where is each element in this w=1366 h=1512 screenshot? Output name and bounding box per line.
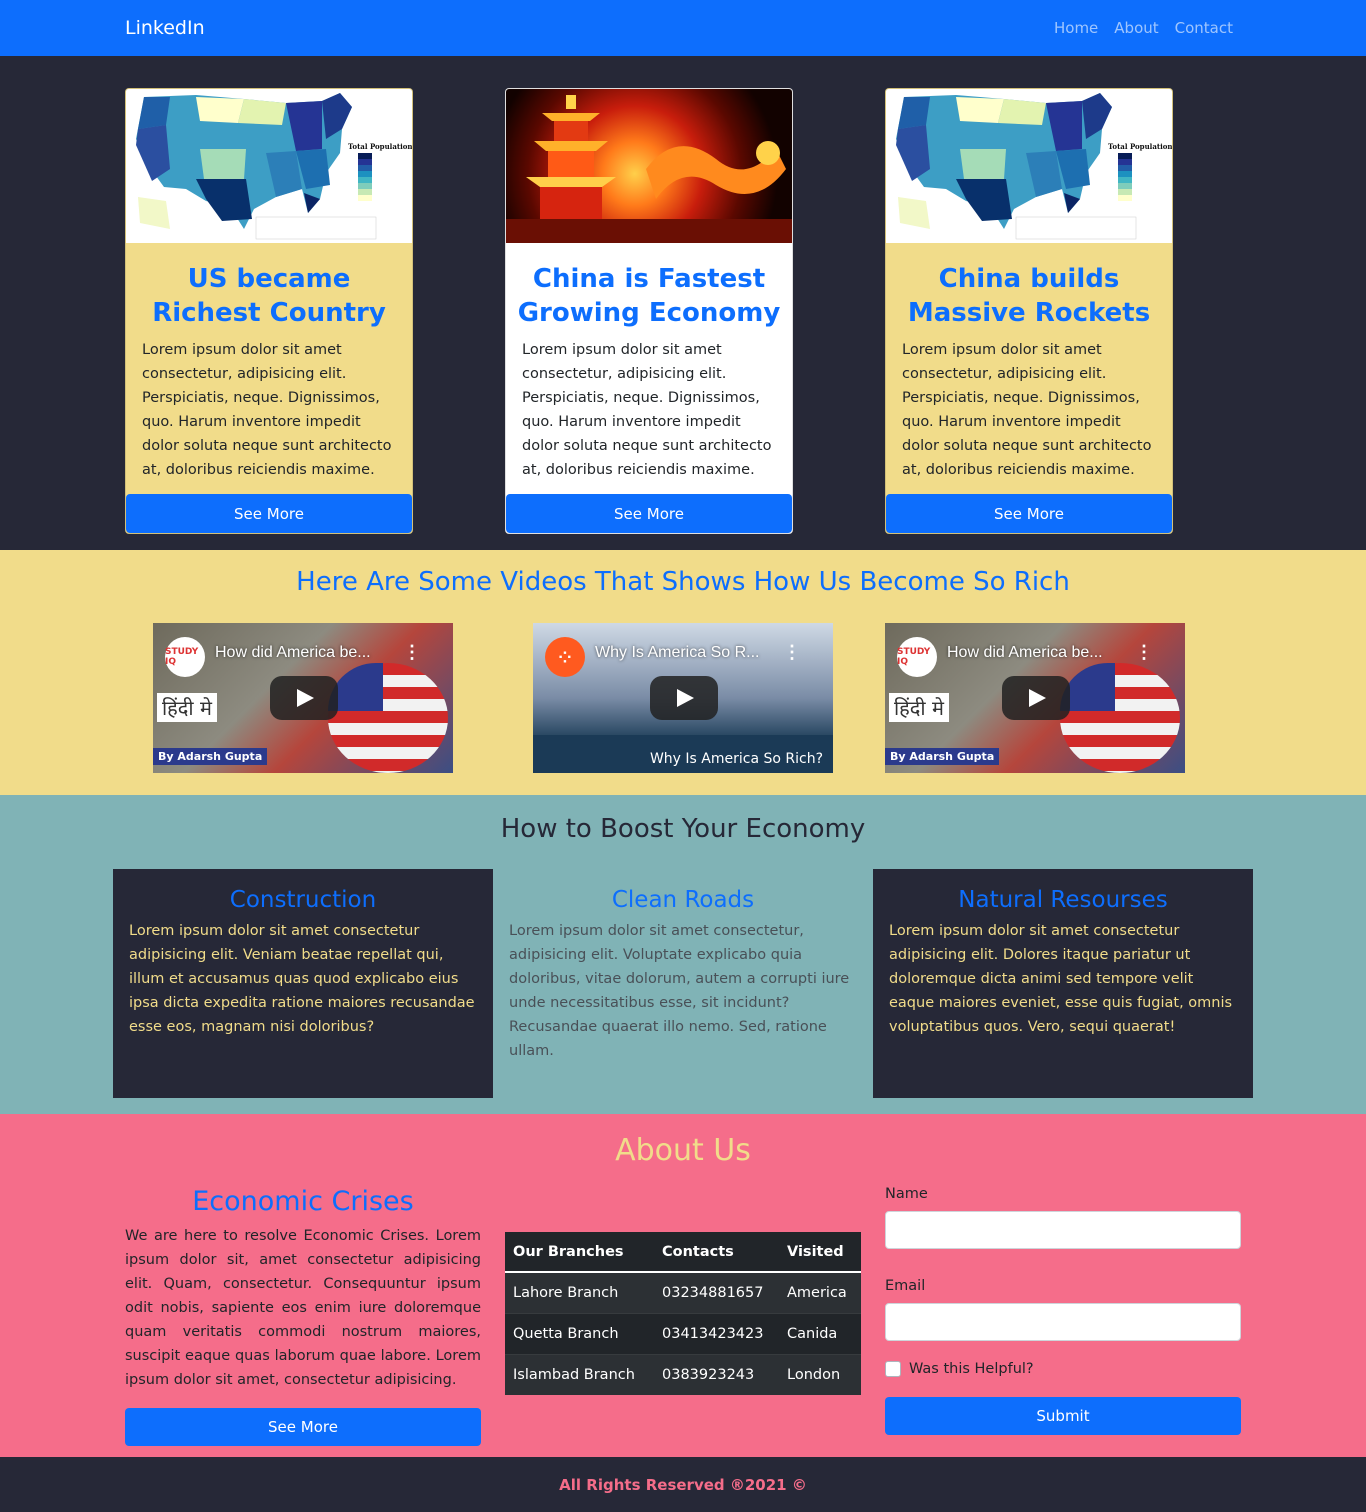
map-legend-title: Total Population: [1108, 142, 1172, 151]
table-cell: Canida: [779, 1312, 861, 1354]
boost-column-text: Lorem ipsum dolor sit amet consectetur a…: [889, 923, 1233, 1035]
boost-column-clean-roads: Clean Roads Lorem ipsum dolor sit amet c…: [493, 869, 873, 1098]
table-header-cell: Contacts: [654, 1232, 779, 1273]
map-legend-title: Total Population: [348, 142, 412, 151]
card-text: Lorem ipsum dolor sit amet consectetur, …: [142, 342, 392, 478]
more-options-icon[interactable]: ⋮: [403, 643, 421, 661]
table-header-cell: Visited: [779, 1232, 861, 1273]
video-caption: Why Is America So Rich?: [649, 751, 823, 767]
table-header-row: Our Branches Contacts Visited: [505, 1232, 861, 1273]
us-population-map-image: Total Population: [126, 89, 412, 243]
video-embed[interactable]: हिंदी मे By Adarsh Gupta STUDY IQ How di…: [885, 623, 1185, 773]
videos-heading: Here Are Some Videos That Shows How Us B…: [296, 567, 1070, 597]
table-cell: 0383923243: [654, 1353, 779, 1395]
nav-link-about[interactable]: About: [1114, 19, 1158, 37]
brand-logo[interactable]: LinkedIn: [125, 17, 205, 39]
helpful-checkbox[interactable]: [885, 1361, 901, 1377]
boost-column-natural-resources: Natural Resourses Lorem ipsum dolor sit …: [873, 869, 1253, 1098]
nav-link-contact[interactable]: Contact: [1175, 19, 1233, 37]
news-card: Total Population China builds Massive Ro…: [885, 88, 1173, 534]
table-header-cell: Our Branches: [505, 1232, 654, 1273]
video-embed[interactable]: Why Is America So Rich? ⁘ Why Is America…: [533, 623, 833, 773]
see-more-button[interactable]: See More: [126, 494, 412, 533]
video-hindi-label: हिंदी मे: [889, 693, 949, 722]
video-title[interactable]: How did America be...: [215, 644, 371, 662]
table-cell: Islambad Branch: [505, 1353, 654, 1395]
table-row: Lahore Branch 03234881657 America: [505, 1271, 861, 1313]
boost-column-title: Clean Roads: [611, 887, 755, 913]
boost-column-title: Natural Resourses: [958, 887, 1168, 913]
news-card: Total Population US became Richest Count…: [125, 88, 413, 534]
name-label: Name: [885, 1186, 928, 1202]
table-row: Quetta Branch 03413423423 Canida: [505, 1312, 861, 1354]
us-map-graphic: Total Population: [126, 89, 412, 243]
helpful-checkbox-label: Was this Helpful?: [909, 1361, 1034, 1377]
table-cell: Quetta Branch: [505, 1312, 654, 1354]
card-text: Lorem ipsum dolor sit amet consectetur, …: [902, 342, 1152, 478]
card-text: Lorem ipsum dolor sit amet consectetur, …: [522, 342, 772, 478]
feedback-form: Name Email Was this Helpful? Submit: [885, 1186, 1241, 1435]
table-row: Islambad Branch 0383923243 London: [505, 1353, 861, 1395]
footer-text: All Rights Reserved ®2021 ©: [559, 1476, 807, 1494]
play-button-icon[interactable]: [270, 676, 338, 720]
card-title: China is Fastest Growing Economy: [517, 264, 781, 328]
play-button-icon[interactable]: [650, 676, 718, 720]
about-heading: About Us: [615, 1133, 751, 1168]
video-author-label: By Adarsh Gupta: [885, 748, 1000, 765]
video-author-label: By Adarsh Gupta: [153, 748, 268, 765]
crises-title: Economic Crises: [192, 1186, 414, 1217]
nav-links: Home About Contact: [1054, 19, 1233, 37]
boost-column-construction: Construction Lorem ipsum dolor sit amet …: [113, 869, 493, 1098]
boost-column-text: Lorem ipsum dolor sit amet consectetur, …: [509, 923, 850, 1059]
us-flag-graphic: [328, 663, 448, 773]
crises-text: We are here to resolve Economic Crises. …: [125, 1228, 481, 1388]
us-population-map-image: Total Population: [886, 89, 1172, 243]
channel-avatar-icon[interactable]: STUDY IQ: [165, 637, 205, 677]
table-cell: Lahore Branch: [505, 1271, 654, 1313]
boost-column-title: Construction: [229, 887, 377, 913]
us-flag-graphic: [1060, 663, 1180, 773]
table-cell: 03234881657: [654, 1271, 779, 1313]
news-cards-section: Total Population US became Richest Count…: [0, 56, 1366, 550]
news-card: China is Fastest Growing Economy Lorem i…: [505, 88, 793, 534]
table-cell: 03413423423: [654, 1312, 779, 1354]
helpful-checkbox-row[interactable]: Was this Helpful?: [885, 1361, 1241, 1377]
see-more-button[interactable]: See More: [125, 1408, 481, 1446]
boost-economy-section: How to Boost Your Economy Construction L…: [0, 795, 1366, 1114]
table-cell: America: [779, 1271, 861, 1313]
card-title: US became Richest Country: [152, 264, 386, 328]
boost-column-text: Lorem ipsum dolor sit amet consectetur a…: [129, 923, 475, 1035]
branches-table: Our Branches Contacts Visited Lahore Bra…: [505, 1232, 861, 1395]
see-more-button[interactable]: See More: [506, 494, 792, 533]
see-more-button[interactable]: See More: [886, 494, 1172, 533]
videos-section: Here Are Some Videos That Shows How Us B…: [0, 550, 1366, 795]
boost-heading: How to Boost Your Economy: [500, 814, 866, 844]
video-embed[interactable]: हिंदी मे By Adarsh Gupta STUDY IQ How di…: [153, 623, 453, 773]
video-title[interactable]: Why Is America So R...: [595, 644, 759, 662]
about-section: About Us Economic Crises We are here to …: [0, 1114, 1366, 1457]
more-options-icon[interactable]: ⋮: [783, 643, 801, 661]
play-button-icon[interactable]: [1002, 676, 1070, 720]
email-label: Email: [885, 1278, 926, 1294]
name-field[interactable]: [885, 1211, 1241, 1249]
more-options-icon[interactable]: ⋮: [1135, 643, 1153, 661]
lantern-graphic: [506, 95, 792, 243]
email-field[interactable]: [885, 1303, 1241, 1341]
chinese-lantern-festival-image: [506, 89, 792, 243]
card-title: China builds Massive Rockets: [907, 264, 1151, 328]
us-map-graphic: Total Population: [886, 89, 1172, 243]
video-title[interactable]: How did America be...: [947, 644, 1103, 662]
video-hindi-label: हिंदी मे: [157, 693, 217, 722]
footer: All Rights Reserved ®2021 ©: [0, 1457, 1366, 1512]
channel-avatar-icon[interactable]: ⁘: [545, 637, 585, 677]
submit-button[interactable]: Submit: [885, 1397, 1241, 1435]
navbar: LinkedIn Home About Contact: [0, 0, 1366, 56]
table-cell: London: [779, 1353, 861, 1395]
economic-crises-block: Economic Crises We are here to resolve E…: [125, 1184, 481, 1446]
nav-link-home[interactable]: Home: [1054, 19, 1098, 37]
channel-avatar-icon[interactable]: STUDY IQ: [897, 637, 937, 677]
